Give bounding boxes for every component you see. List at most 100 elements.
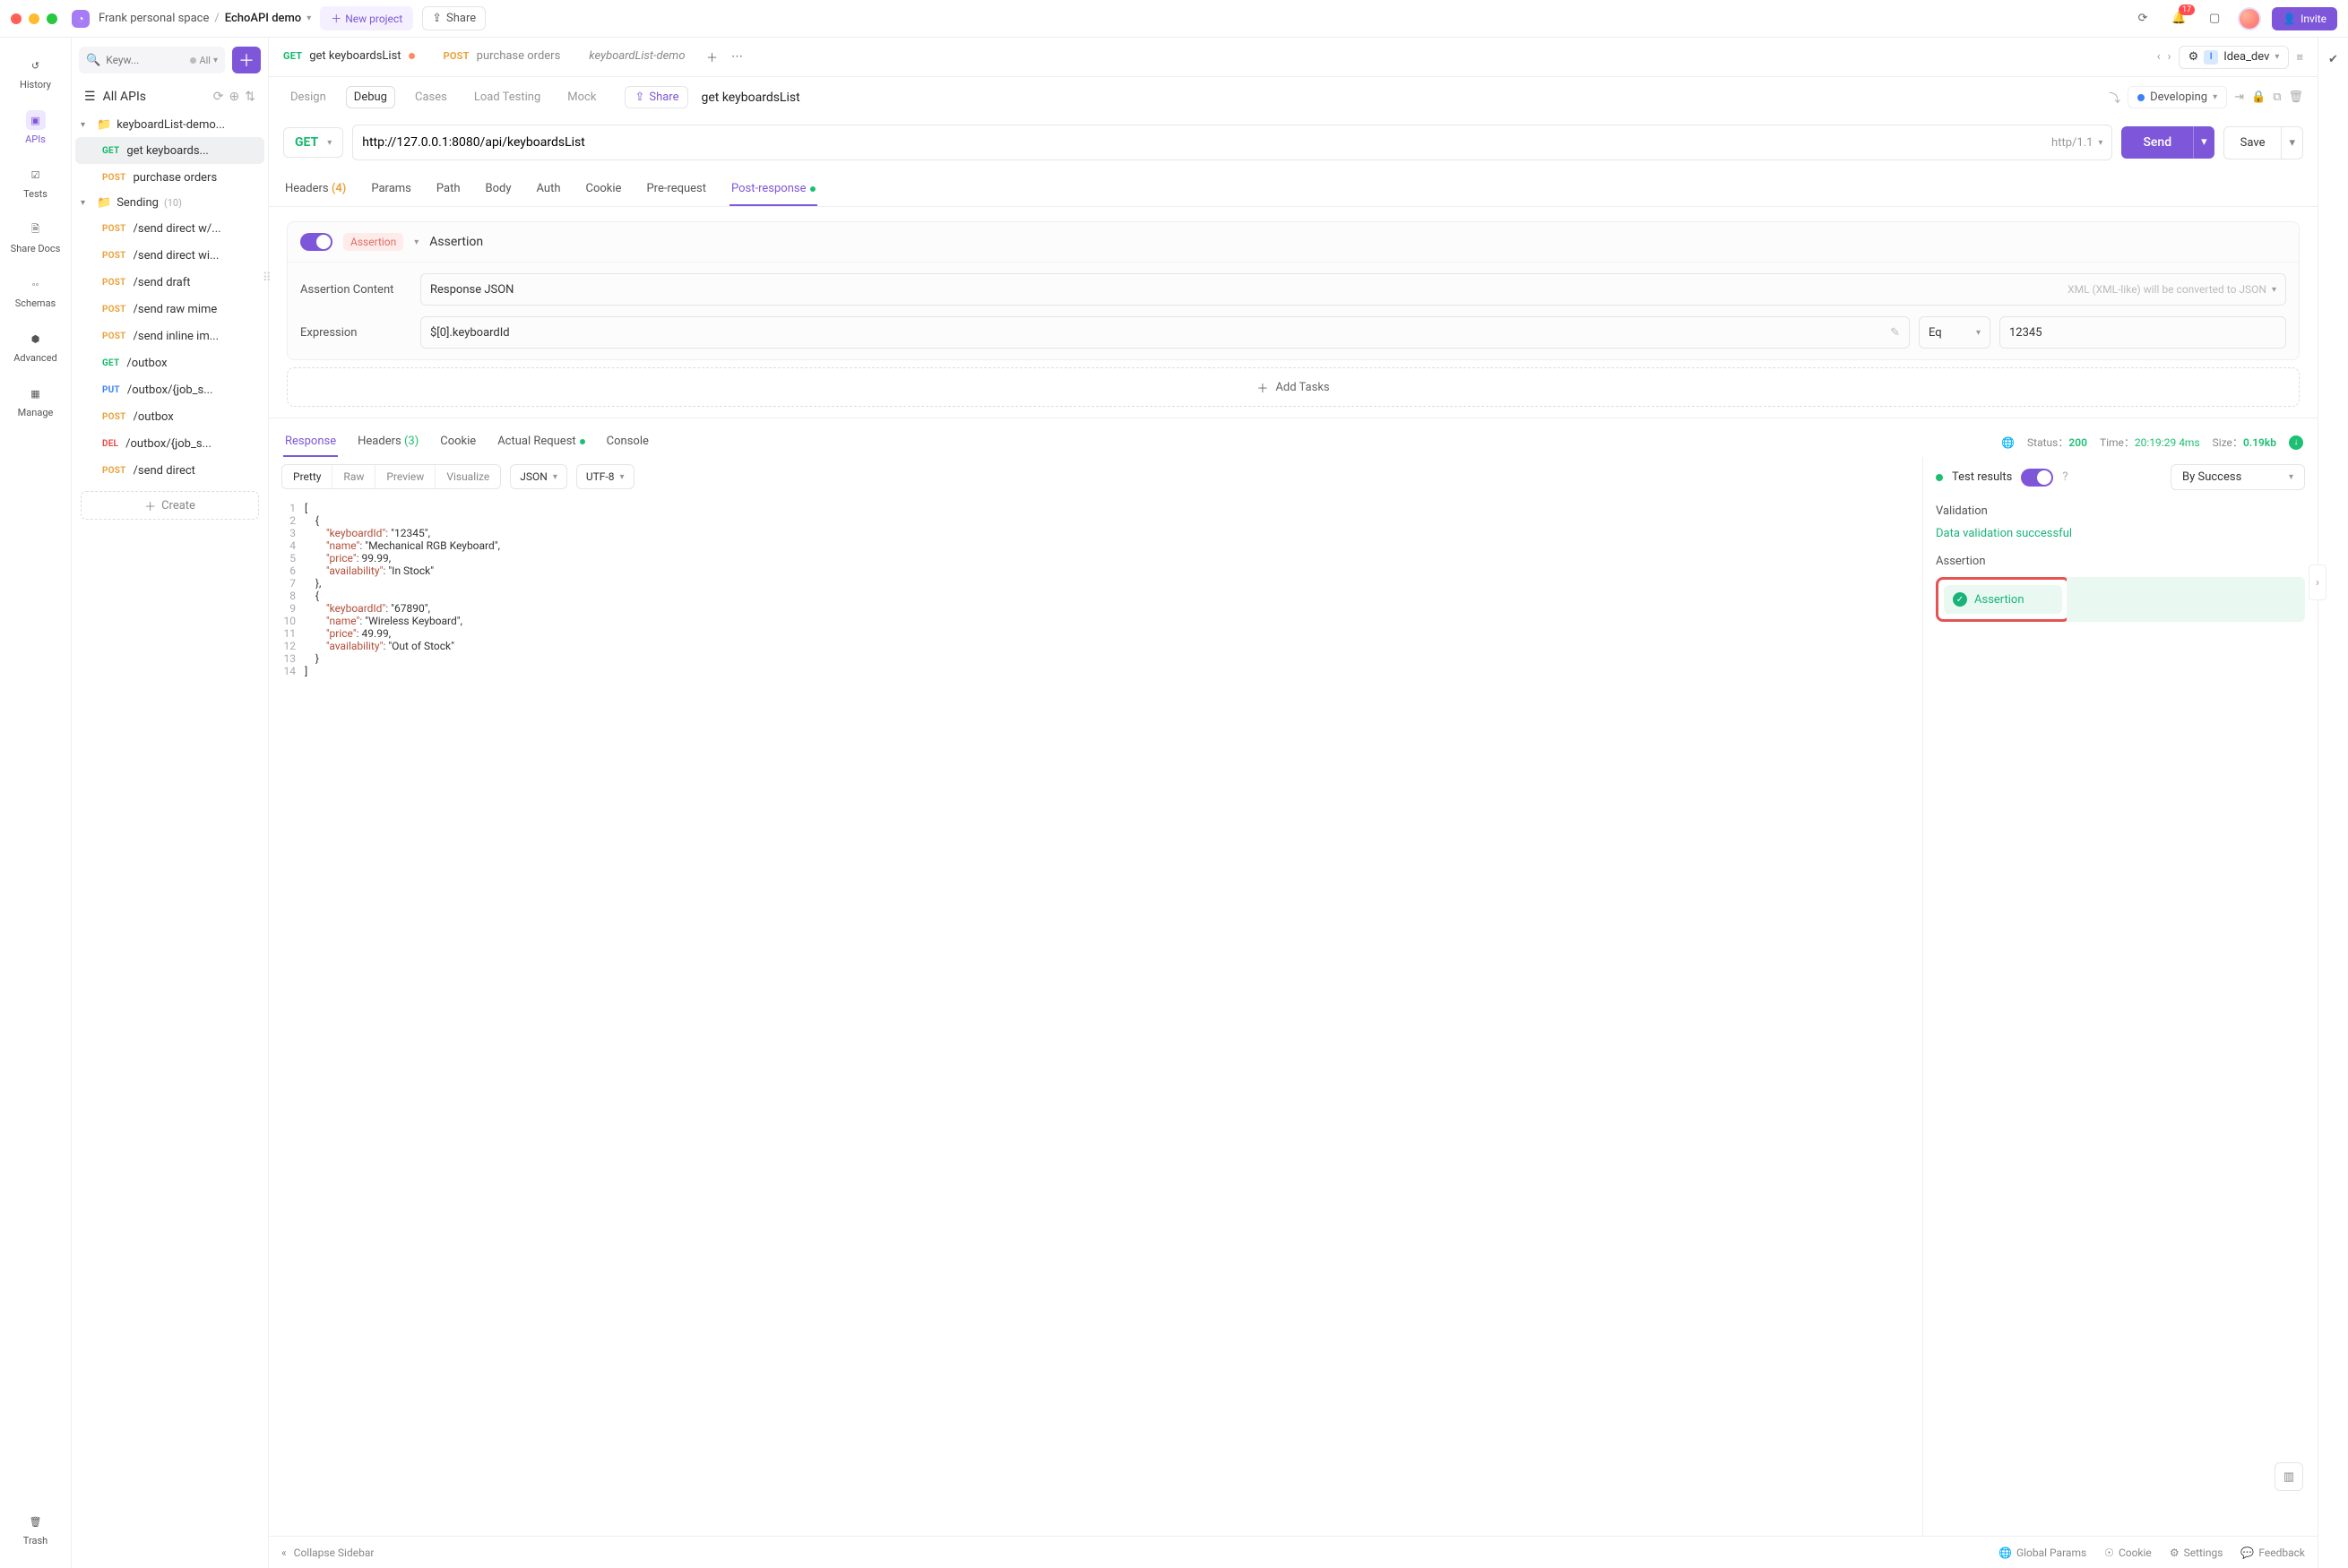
chevron-down-icon[interactable]: ▾	[414, 237, 419, 247]
copy-icon[interactable]: ⧉	[2273, 90, 2281, 104]
delete-icon[interactable]: 🗑	[2288, 90, 2303, 104]
footer-feedback[interactable]: 💬Feedback	[2240, 1546, 2305, 1559]
minimize-window[interactable]	[29, 13, 39, 24]
next-tab-icon[interactable]: ›	[2168, 50, 2171, 64]
tab-cases[interactable]: Cases	[408, 87, 454, 108]
req-tab-cookie[interactable]: Cookie	[584, 173, 624, 206]
req-tab-pre[interactable]: Pre-request	[644, 173, 708, 206]
tree-item[interactable]: POST/send direct w/...	[75, 215, 264, 242]
footer-settings[interactable]: ⚙Settings	[2170, 1546, 2223, 1559]
sort-icon[interactable]: ⇅	[245, 90, 255, 104]
operator-select[interactable]: Eq▾	[1919, 316, 1990, 349]
req-tab-body[interactable]: Body	[484, 173, 514, 206]
tree-item[interactable]: GETget keyboards...	[75, 137, 264, 164]
search-input[interactable]	[106, 54, 151, 66]
menu-icon[interactable]: ≡	[2296, 50, 2303, 65]
rail-schemas[interactable]: ◦◦Schemas	[0, 265, 71, 318]
lock-icon[interactable]: 🔒	[2251, 90, 2266, 104]
tree-item[interactable]: PUT/outbox/{job_s...	[75, 376, 264, 403]
footer-global-params[interactable]: 🌐Global Params	[1998, 1546, 2086, 1559]
tab-load-testing[interactable]: Load Testing	[467, 87, 548, 108]
send-dropdown[interactable]: ▾	[2193, 126, 2214, 159]
tree-group[interactable]: ▾📁keyboardList-demo...	[75, 113, 264, 137]
assertion-toggle[interactable]	[300, 233, 332, 251]
resp-tab-actual[interactable]: Actual Request	[496, 427, 586, 457]
avatar[interactable]	[2238, 7, 2261, 30]
resp-tab-headers[interactable]: Headers (3)	[356, 427, 420, 457]
more-tabs-button[interactable]: ⋯	[725, 45, 750, 70]
send-button[interactable]: Send	[2121, 126, 2193, 159]
wrap-icon[interactable]: ⤵	[2109, 89, 2120, 106]
charset-select[interactable]: UTF-8▾	[576, 464, 634, 489]
expression-input[interactable]: $[0].keyboardId ✎	[420, 316, 1910, 349]
add-tasks-button[interactable]: ＋Add Tasks	[287, 367, 2300, 407]
notifications-icon[interactable]: 🔔17	[2166, 6, 2191, 31]
save-dropdown[interactable]: ▾	[2282, 126, 2303, 159]
sync-icon[interactable]: ⟳	[2130, 6, 2155, 31]
share-api-button[interactable]: ⇪Share	[625, 86, 688, 108]
editor-tab[interactable]: POSTpurchase orders	[429, 38, 575, 76]
tree-group[interactable]: ▾📁Sending(10)	[75, 191, 264, 215]
resp-tab-console[interactable]: Console	[605, 427, 651, 457]
save-button[interactable]: Save	[2223, 126, 2283, 159]
test-results-toggle[interactable]	[2021, 469, 2053, 487]
validation-success-link[interactable]: Data validation successful	[1936, 527, 2305, 540]
rail-trash[interactable]: 🗑Trash	[0, 1503, 71, 1555]
rail-apis[interactable]: ▣APIs	[0, 101, 71, 154]
assertion-value-input[interactable]: 12345	[1999, 316, 2286, 349]
tree-item[interactable]: POST/send inline im...	[75, 323, 264, 349]
chevron-down-icon[interactable]: ▾	[306, 13, 311, 23]
tab-mock[interactable]: Mock	[560, 87, 603, 108]
prev-tab-icon[interactable]: ‹	[2157, 50, 2161, 64]
req-tab-auth[interactable]: Auth	[535, 173, 563, 206]
rail-manage[interactable]: ▦Manage	[0, 375, 71, 427]
expand-handle[interactable]: ›	[2309, 564, 2326, 600]
protocol-select[interactable]: http/1.1▾	[2051, 136, 2102, 150]
assertion-result-item[interactable]: ✓ Assertion	[1944, 585, 2062, 614]
search-input-wrapper[interactable]: 🔍 All▾	[79, 47, 225, 73]
tree-item[interactable]: POST/send direct	[75, 457, 264, 484]
mode-pretty[interactable]: Pretty	[282, 465, 332, 488]
method-select[interactable]: GET ▾	[283, 127, 343, 158]
api-title[interactable]: get keyboardsList	[701, 90, 799, 105]
download-icon[interactable]: ↓	[2289, 435, 2303, 450]
env-select[interactable]: ⚙ I Idea_dev ▾	[2179, 46, 2290, 69]
rail-tests[interactable]: ☑Tests	[0, 156, 71, 209]
verified-icon[interactable]: ✔	[2321, 47, 2346, 72]
tree-item[interactable]: POST/send draft	[75, 269, 264, 296]
filter-all[interactable]: All▾	[190, 55, 218, 66]
format-select[interactable]: JSON▾	[510, 464, 567, 489]
maximize-window[interactable]	[47, 13, 57, 24]
add-tab-button[interactable]: ＋	[700, 45, 725, 70]
refresh-icon[interactable]: ⟳	[213, 90, 224, 104]
mode-raw[interactable]: Raw	[332, 465, 376, 488]
tree-item[interactable]: POST/send direct wi...	[75, 242, 264, 269]
share-button-top[interactable]: ⇪ Share	[422, 6, 486, 30]
create-button[interactable]: ＋Create	[81, 491, 259, 520]
locate-icon[interactable]: ⊕	[229, 90, 240, 104]
tree-item[interactable]: DEL/outbox/{job_s...	[75, 430, 264, 457]
req-tab-path[interactable]: Path	[435, 173, 462, 206]
req-tab-headers[interactable]: Headers (4)	[283, 173, 348, 206]
tree-item[interactable]: POST/send raw mime	[75, 296, 264, 323]
response-code[interactable]: 1[2 {3 "keyboardId": "12345",4 "name": "…	[269, 496, 1922, 1536]
sort-by-select[interactable]: By Success▾	[2171, 464, 2305, 490]
import-icon[interactable]: ⇥	[2234, 90, 2244, 104]
editor-tab[interactable]: GETget keyboardsList	[269, 38, 429, 76]
status-select[interactable]: Developing▾	[2128, 86, 2227, 108]
resp-tab-response[interactable]: Response	[283, 427, 338, 457]
tree-item[interactable]: GET/outbox	[75, 349, 264, 376]
mode-preview[interactable]: Preview	[376, 465, 436, 488]
tree-item[interactable]: POSTpurchase orders	[75, 164, 264, 191]
rail-history[interactable]: ↺History	[0, 47, 71, 99]
tab-design[interactable]: Design	[283, 87, 333, 108]
close-window[interactable]	[11, 13, 22, 24]
drag-handle-icon[interactable]: ⠿	[263, 271, 272, 285]
invite-button[interactable]: 👤 Invite	[2272, 7, 2337, 30]
collapse-sidebar-button[interactable]: «Collapse Sidebar	[281, 1546, 374, 1559]
resp-tab-cookie[interactable]: Cookie	[438, 427, 478, 457]
mode-visualize[interactable]: Visualize	[436, 465, 500, 488]
footer-cookie[interactable]: ☉Cookie	[2104, 1546, 2152, 1559]
editor-tab[interactable]: keyboardList-demo	[574, 38, 699, 76]
req-tab-params[interactable]: Params	[369, 173, 413, 206]
